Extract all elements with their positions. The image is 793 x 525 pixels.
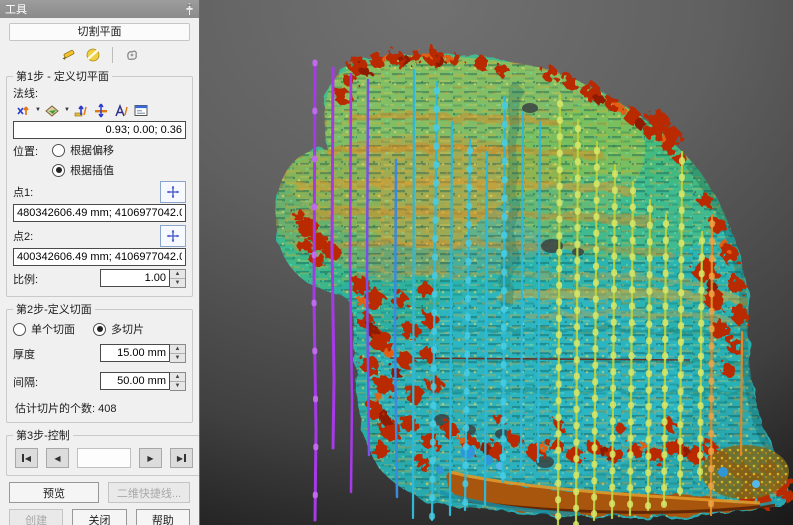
preview-button[interactable]: 预览 [9,482,99,503]
spin-up-icon[interactable]: ▲ [170,270,185,279]
radio-multi-label: 多切片 [111,321,144,337]
help-button[interactable]: 帮助 [136,509,190,525]
scale-spinner: ▲ ▼ [100,269,186,288]
spacing-label: 间隔: [13,374,38,390]
pick-tool-icon[interactable] [123,46,141,64]
radio-by-offset[interactable]: 根据偏移 [52,142,114,158]
tools-panel: 工具 切割平面 第1步 - 定义切平面 [0,0,200,525]
normal-vector-input[interactable] [13,121,186,139]
radio-single-section[interactable]: 单个切面 [13,321,75,337]
first-slice-button[interactable]: ◀ [15,448,38,468]
step1-group: 第1步 - 定义切平面 法线: ▼ ▼ [6,68,193,297]
numeric-dialog-icon[interactable] [133,102,150,118]
position-label: 位置: [13,143,38,159]
spacing-input[interactable] [100,372,170,390]
application-window: 工具 切割平面 第1步 - 定义切平面 [0,0,793,525]
panel-body: 切割平面 第1步 - 定义切平面 法线: [0,18,199,525]
slice-position-input[interactable] [77,448,131,468]
scale-label: 比例: [13,271,38,287]
point-cloud-scene [200,0,793,525]
panel-titlebar: 工具 [0,0,199,18]
point2-pick-button[interactable] [160,225,186,247]
panel-title: 工具 [5,1,184,17]
step3-group: 第3步-控制 ◀ ◀ ▶ ▶ [6,427,199,476]
point1-input[interactable] [13,204,186,222]
top-toolbar [0,43,199,66]
create-button: 创建 [9,509,63,525]
last-slice-button[interactable]: ▶ [170,448,193,468]
radio-single-label: 单个切面 [31,321,75,337]
normal-2pt-icon[interactable] [73,102,90,118]
step3-legend: 第3步-控制 [13,427,73,443]
step2-legend: 第2步-定义切面 [13,301,95,317]
next-slice-button[interactable]: ▶ [139,448,162,468]
spin-up-icon[interactable]: ▲ [170,345,185,354]
viewport-3d[interactable] [200,0,793,525]
radio-multi-slice[interactable]: 多切片 [93,321,144,337]
normal-label: 法线: [13,85,38,101]
spin-down-icon[interactable]: ▼ [170,279,185,287]
spin-down-icon[interactable]: ▼ [170,382,185,390]
radio-by-value-label: 根据插值 [70,162,114,178]
radio-single-circle[interactable] [13,323,26,336]
radio-by-value-circle[interactable] [52,164,65,177]
radio-by-offset-label: 根据偏移 [70,142,114,158]
pin-icon[interactable] [184,3,194,16]
toolbar-separator [112,47,113,63]
axis-arrows-icon[interactable] [93,102,110,118]
thickness-input[interactable] [100,344,170,362]
sphere-tool-icon[interactable] [84,46,102,64]
step1-legend: 第1步 - 定义切平面 [13,68,112,84]
thickness-spinner: ▲ ▼ [100,344,186,363]
spin-down-icon[interactable]: ▼ [170,354,185,362]
point2-input[interactable] [13,248,186,266]
step2-group: 第2步-定义切面 单个切面 多切片 厚度 [6,301,193,423]
spin-up-icon[interactable]: ▲ [170,373,185,382]
radio-by-offset-circle[interactable] [52,144,65,157]
close-button[interactable]: 关闭 [72,509,126,525]
dropdown-caret-icon[interactable]: ▼ [64,107,70,113]
point1-label: 点1: [13,184,33,200]
estimated-slices-text: 估计切片的个数: 408 [15,400,184,416]
radio-by-value[interactable]: 根据插值 [52,162,114,178]
pen-tool-icon[interactable] [59,46,77,64]
dropdown-caret-icon[interactable]: ▼ [35,107,41,113]
prev-slice-button[interactable]: ◀ [46,448,69,468]
angle-a-icon[interactable] [113,102,130,118]
thickness-label: 厚度 [13,346,35,362]
point1-pick-button[interactable] [160,181,186,203]
point2-label: 点2: [13,228,33,244]
scale-input[interactable] [100,269,170,287]
spacing-spinner: ▲ ▼ [100,372,186,391]
normal-toolbar: ▼ ▼ [15,102,186,118]
dialog-header: 切割平面 [9,23,190,41]
position-radio-group: 根据偏移 根据插值 [52,142,114,178]
slice-playback-controls: ◀ ◀ ▶ ▶ [15,448,193,468]
radio-multi-circle[interactable] [93,323,106,336]
shortcut-2d-button: 二维快捷线... [108,482,190,503]
normal-x-icon[interactable] [15,102,32,118]
plane-normal-icon[interactable] [44,102,61,118]
